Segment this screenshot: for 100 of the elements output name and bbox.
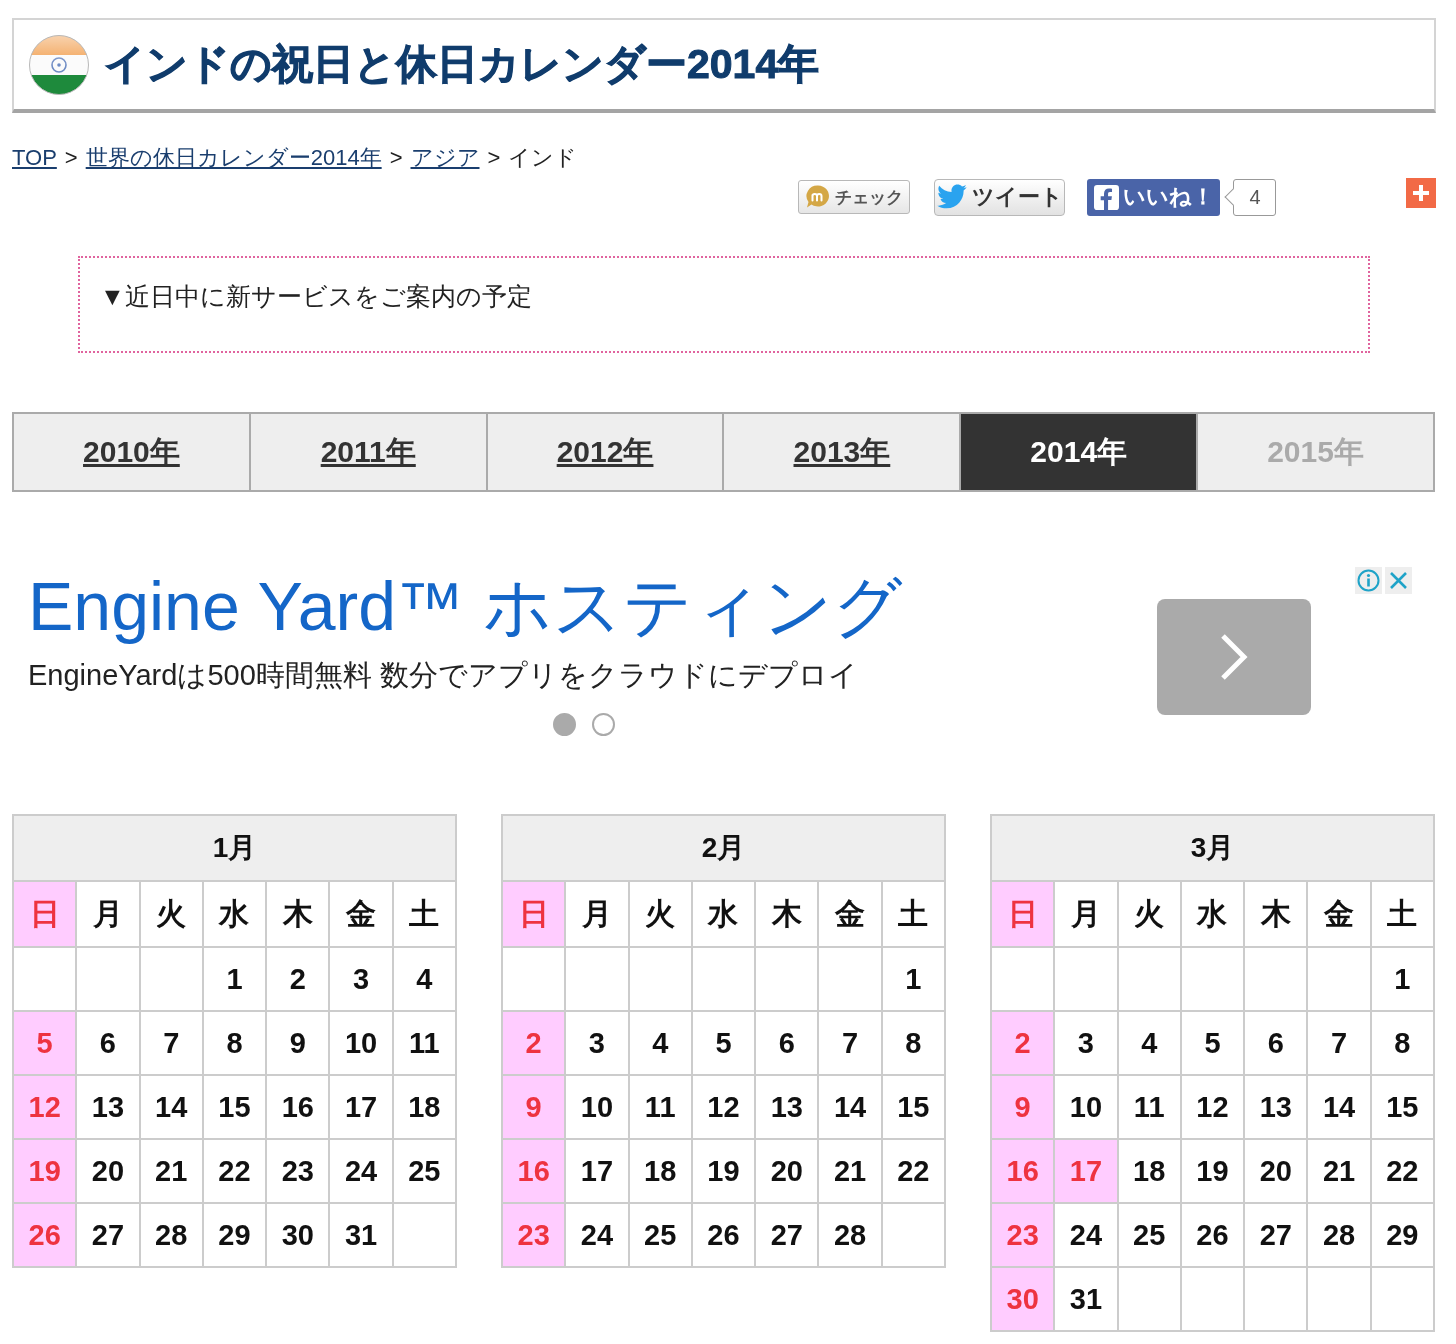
year-tab[interactable]: 2014年 xyxy=(961,414,1199,490)
add-button[interactable] xyxy=(1406,178,1436,208)
calendar-day: 14 xyxy=(818,1075,882,1139)
calendar-day: 28 xyxy=(818,1203,882,1267)
calendar-day: 4 xyxy=(392,947,456,1011)
calendar-day: 8 xyxy=(881,1011,945,1075)
calendar-day: 21 xyxy=(1307,1139,1371,1203)
calendar-day: 26 xyxy=(1180,1203,1245,1267)
calendar-day: 29 xyxy=(202,1203,267,1267)
like-count: 4 xyxy=(1226,178,1276,216)
close-icon[interactable] xyxy=(1385,567,1412,594)
calendar-day: 31 xyxy=(1054,1267,1118,1331)
year-tab[interactable]: 2013年 xyxy=(724,414,962,490)
breadcrumb-current: インド xyxy=(508,144,578,172)
weekday-header: 木 xyxy=(1244,881,1308,947)
calendar-day: 17 xyxy=(1054,1139,1118,1203)
calendar-day: 29 xyxy=(1370,1203,1434,1267)
calendar-day: 7 xyxy=(139,1011,203,1075)
chevron-right-icon xyxy=(1219,633,1249,681)
calendar-day: 23 xyxy=(991,1203,1055,1267)
calendar-day: 9 xyxy=(502,1075,566,1139)
next-button[interactable] xyxy=(1157,599,1311,715)
year-tab[interactable]: 2011年 xyxy=(250,414,488,490)
calendar-day: 4 xyxy=(628,1011,692,1075)
weekday-header: 水 xyxy=(1180,881,1245,947)
calendar-day: 24 xyxy=(565,1203,629,1267)
calendar-day: 19 xyxy=(691,1139,756,1203)
calendar-day: 30 xyxy=(266,1203,330,1267)
calendar-day: 24 xyxy=(329,1139,393,1203)
calendar-day: 16 xyxy=(266,1075,330,1139)
calendar-day: 4 xyxy=(1117,1011,1181,1075)
ad-headline[interactable]: Engine Yard™ ホスティング xyxy=(28,567,903,645)
breadcrumb-separator: > xyxy=(64,144,78,172)
calendar-day: 10 xyxy=(565,1075,629,1139)
calendar-day: 16 xyxy=(991,1139,1055,1203)
calendar-day: 14 xyxy=(139,1075,203,1139)
year-tab[interactable]: 2012年 xyxy=(487,414,725,490)
weekday-header: 金 xyxy=(818,881,882,947)
calendar-day: 7 xyxy=(818,1011,882,1075)
weekday-header: 土 xyxy=(881,881,945,947)
weekday-header: 火 xyxy=(1117,881,1181,947)
calendar-day: 9 xyxy=(266,1011,330,1075)
calendar-day: 19 xyxy=(1180,1139,1245,1203)
calendar-day: 3 xyxy=(565,1011,629,1075)
notice-text: ▼近日中に新サービスをご案内の予定 xyxy=(100,282,532,310)
calendar-day: 5 xyxy=(691,1011,756,1075)
breadcrumb-link[interactable]: アジア xyxy=(410,144,480,172)
calendar-day: 8 xyxy=(1370,1011,1434,1075)
calendar-day: 20 xyxy=(1244,1139,1308,1203)
calendar-day: 17 xyxy=(565,1139,629,1203)
calendar-day: 19 xyxy=(13,1139,77,1203)
year-tab[interactable]: 2010年 xyxy=(14,414,251,490)
weekday-header: 木 xyxy=(755,881,819,947)
calendar-day: 26 xyxy=(13,1203,77,1267)
calendar-day: 1 xyxy=(881,947,945,1011)
carousel-dot-icon[interactable] xyxy=(592,713,615,736)
weekday-header: 日 xyxy=(991,881,1055,947)
calendar-day: 15 xyxy=(202,1075,267,1139)
calendar-day: 15 xyxy=(881,1075,945,1139)
calendar-day: 10 xyxy=(329,1011,393,1075)
calendar-day: 6 xyxy=(1244,1011,1308,1075)
calendar-day: 13 xyxy=(755,1075,819,1139)
breadcrumb-separator: > xyxy=(389,144,403,172)
calendar-day: 23 xyxy=(502,1203,566,1267)
calendar-day: 2 xyxy=(266,947,330,1011)
weekday-header: 火 xyxy=(139,881,203,947)
calendar-day: 25 xyxy=(392,1139,456,1203)
breadcrumb-link[interactable]: TOP xyxy=(12,144,57,172)
calendar-day: 16 xyxy=(502,1139,566,1203)
calendar-day: 21 xyxy=(818,1139,882,1203)
calendar-day: 28 xyxy=(1307,1203,1371,1267)
weekday-header: 月 xyxy=(76,881,140,947)
check-button[interactable]: チェック xyxy=(798,180,910,214)
calendar-day: 2 xyxy=(502,1011,566,1075)
weekday-header: 金 xyxy=(329,881,393,947)
info-icon[interactable] xyxy=(1355,567,1382,594)
weekday-header: 水 xyxy=(202,881,267,947)
weekday-header: 土 xyxy=(392,881,456,947)
calendar-day: 30 xyxy=(991,1267,1055,1331)
calendar-day: 6 xyxy=(755,1011,819,1075)
calendar-day: 22 xyxy=(881,1139,945,1203)
calendar-day: 14 xyxy=(1307,1075,1371,1139)
tweet-button[interactable]: ツイート xyxy=(934,178,1065,216)
calendar-day: 5 xyxy=(13,1011,77,1075)
f-logo-icon xyxy=(1093,184,1119,210)
weekday-header: 土 xyxy=(1370,881,1434,947)
breadcrumb-link[interactable]: 世界の休日カレンダー2014年 xyxy=(85,144,382,172)
calendar-day: 12 xyxy=(691,1075,756,1139)
calendar-day: 27 xyxy=(755,1203,819,1267)
like-button[interactable]: いいね！ xyxy=(1087,178,1220,216)
calendar-day: 17 xyxy=(329,1075,393,1139)
carousel-dot-icon[interactable] xyxy=(553,713,576,736)
weekday-header: 火 xyxy=(628,881,692,947)
month-title: 3月 xyxy=(991,815,1434,881)
calendar-day: 23 xyxy=(266,1139,330,1203)
calendar-day: 24 xyxy=(1054,1203,1118,1267)
calendar-day: 27 xyxy=(1244,1203,1308,1267)
calendar-day: 11 xyxy=(392,1011,456,1075)
plus-icon xyxy=(1411,183,1431,203)
calendar-day: 9 xyxy=(991,1075,1055,1139)
